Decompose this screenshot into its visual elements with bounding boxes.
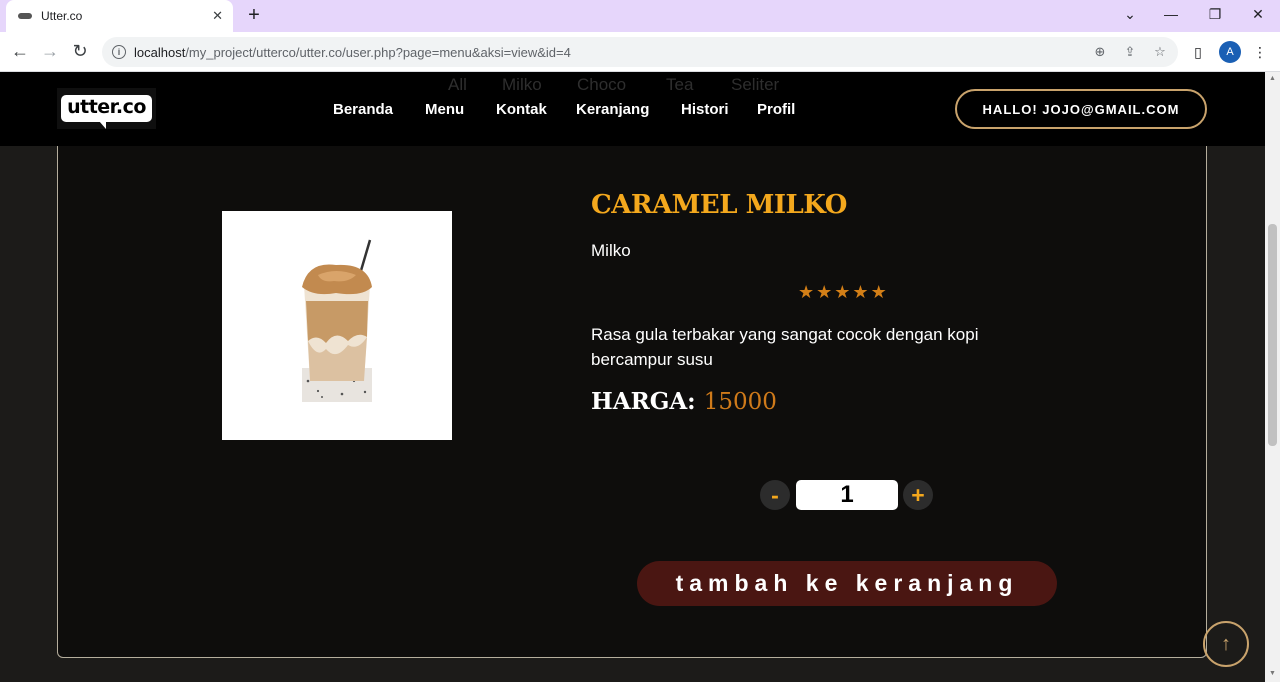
decrease-quantity-button[interactable]: - (760, 480, 790, 510)
bookmark-star-icon[interactable]: ☆ (1152, 44, 1168, 60)
product-price: HARGA: 15000 (591, 388, 777, 415)
add-to-cart-button[interactable]: tambah ke keranjang (637, 561, 1057, 606)
increase-quantity-button[interactable]: + (903, 480, 933, 510)
scroll-up-arrow-icon[interactable]: ▲ (1268, 75, 1277, 82)
rating-stars: ★ ★ ★ ★ ★ (798, 283, 887, 301)
iced-caramel-drink-icon (302, 239, 372, 402)
user-greeting-button[interactable]: HALLO! JOJO@GMAIL.COM (955, 89, 1207, 129)
nav-beranda[interactable]: Beranda (333, 101, 393, 118)
tab-title: Utter.co (41, 9, 83, 23)
browser-menu-icon[interactable]: ⋮ (1250, 42, 1270, 62)
nav-kontak[interactable]: Kontak (496, 101, 547, 118)
site-logo[interactable]: utter.co (57, 88, 156, 129)
browser-tab[interactable]: Utter.co ✕ (6, 0, 233, 32)
product-title: CARAMEL MILKO (591, 190, 847, 220)
tab-close-icon[interactable]: ✕ (212, 8, 223, 24)
close-window-button[interactable]: ✕ (1244, 3, 1272, 27)
forward-arrow-icon[interactable]: → (37, 39, 63, 65)
scroll-down-arrow-icon[interactable]: ▼ (1268, 670, 1277, 677)
subnav-milko[interactable]: Milko (502, 75, 542, 95)
site-header: utter.co All Milko Choco Tea Seliter Ber… (0, 72, 1265, 146)
profile-avatar[interactable]: A (1219, 41, 1241, 63)
tab-search-icon[interactable]: ⌄ (1116, 3, 1144, 27)
product-description: Rasa gula terbakar yang sangat cocok den… (591, 325, 979, 369)
share-icon[interactable]: ⇪ (1122, 44, 1138, 60)
star-icon: ★ (852, 282, 869, 302)
back-arrow-icon[interactable]: ← (7, 39, 33, 65)
browser-tab-strip: Utter.co ✕ + ⌄ — ❐ ✕ (0, 0, 1280, 32)
page-scrollbar[interactable]: ▲ ▼ (1265, 72, 1280, 682)
subnav-all[interactable]: All (448, 75, 467, 95)
nav-histori[interactable]: Histori (681, 101, 729, 118)
product-detail-card: CARAMEL MILKO Milko ★ ★ ★ ★ ★ Rasa gula … (57, 146, 1207, 658)
restore-button[interactable]: ❐ (1201, 3, 1229, 27)
product-category: Milko (591, 241, 631, 260)
star-icon: ★ (834, 282, 851, 302)
nav-profil[interactable]: Profil (757, 101, 795, 118)
subnav-tea[interactable]: Tea (666, 75, 693, 95)
minimize-button[interactable]: — (1157, 3, 1185, 27)
price-value: 15000 (703, 389, 777, 415)
quantity-input[interactable] (796, 480, 898, 510)
url-text: localhost/my_project/utterco/utter.co/us… (134, 44, 571, 60)
address-bar[interactable]: i localhost/my_project/utterco/utter.co/… (102, 37, 1178, 67)
zoom-icon[interactable]: ⊕ (1092, 44, 1108, 60)
side-panel-icon[interactable]: ▯ (1188, 42, 1208, 62)
star-icon: ★ (870, 282, 887, 302)
price-label: HARGA: (591, 388, 696, 415)
scrollbar-thumb[interactable] (1268, 224, 1277, 446)
nav-menu[interactable]: Menu (425, 101, 464, 118)
subnav-seliter[interactable]: Seliter (731, 75, 779, 95)
product-image (222, 211, 452, 440)
browser-toolbar: ← → ↻ i localhost/my_project/utterco/utt… (0, 32, 1280, 72)
subnav-choco[interactable]: Choco (577, 75, 626, 95)
page-viewport: CARAMEL MILKO Milko ★ ★ ★ ★ ★ Rasa gula … (0, 72, 1265, 682)
site-info-icon[interactable]: i (112, 45, 126, 59)
site-favicon-icon (18, 13, 32, 19)
star-icon: ★ (816, 282, 833, 302)
arrow-up-icon: ↑ (1221, 632, 1231, 655)
nav-keranjang[interactable]: Keranjang (576, 101, 649, 118)
new-tab-button[interactable]: + (243, 5, 265, 27)
star-icon: ★ (798, 282, 815, 302)
scroll-to-top-button[interactable]: ↑ (1203, 621, 1249, 667)
logo-text: utter.co (61, 95, 152, 129)
reload-icon[interactable]: ↻ (67, 39, 93, 65)
